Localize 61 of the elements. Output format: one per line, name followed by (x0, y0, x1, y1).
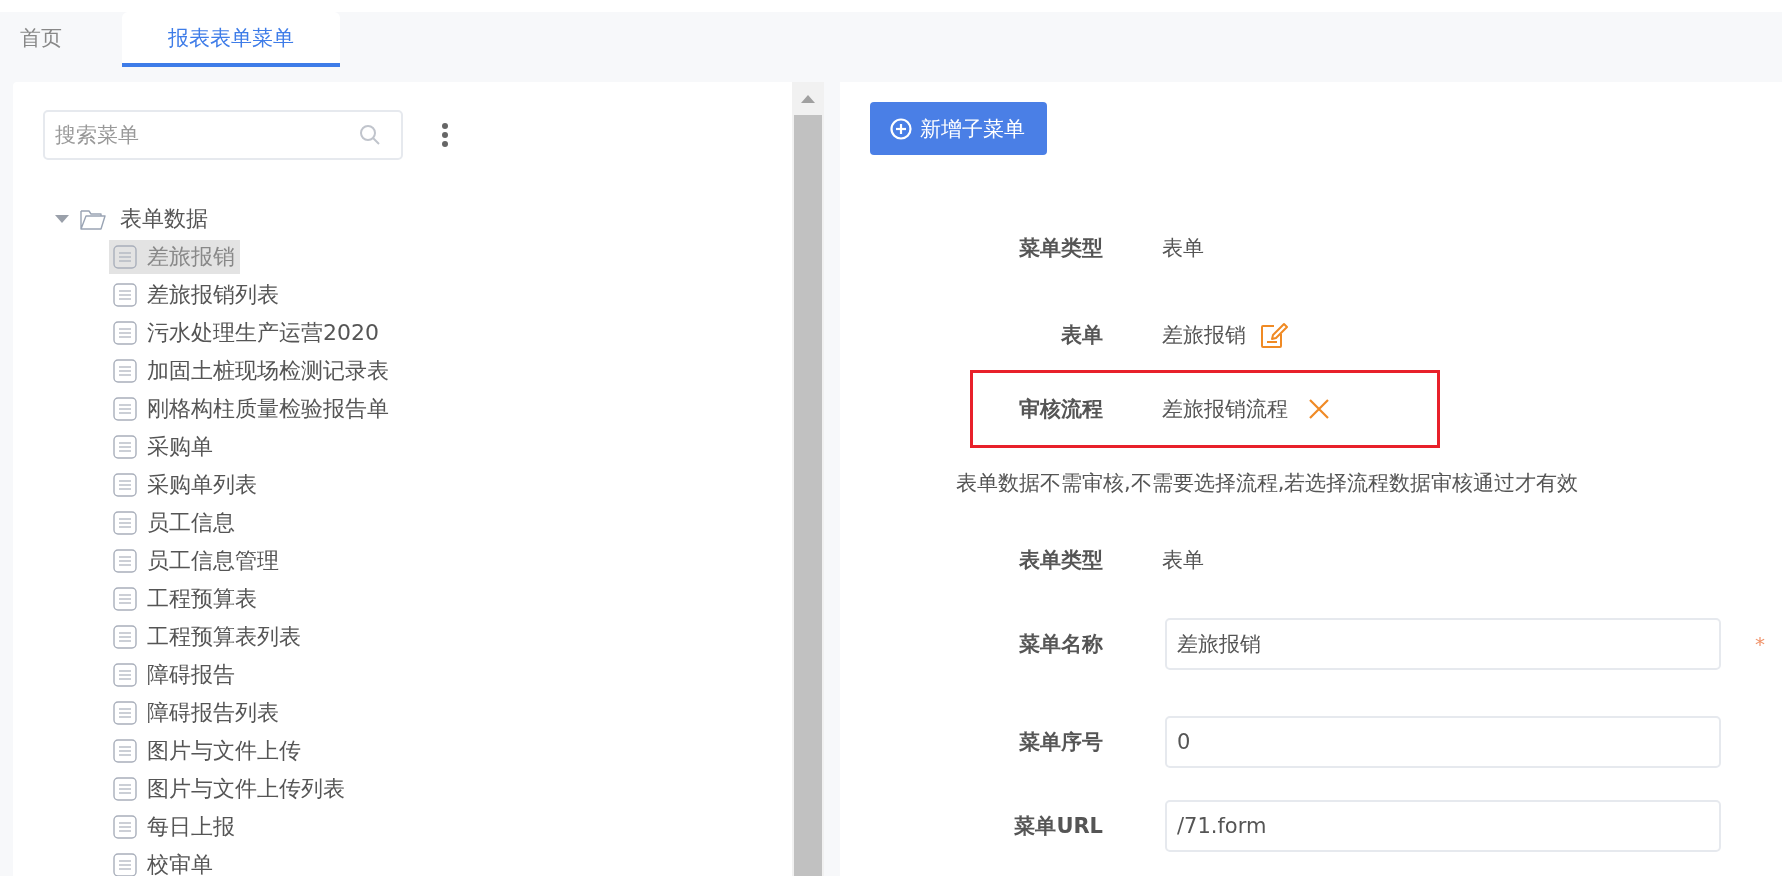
scrollbar-thumb[interactable] (794, 115, 822, 876)
document-icon (113, 245, 137, 269)
document-icon (113, 853, 137, 876)
document-icon (113, 701, 137, 725)
folder-icon (80, 208, 106, 230)
close-icon[interactable] (1308, 398, 1330, 420)
tree-item[interactable]: 图片与文件上传列表 (109, 772, 350, 806)
tree-item[interactable]: 工程预算表列表 (109, 620, 306, 654)
scroll-up-arrow-icon[interactable] (801, 94, 815, 103)
tree-item[interactable]: 图片与文件上传 (109, 734, 306, 768)
tree-item[interactable]: 表单数据 (116, 202, 213, 236)
tree-item[interactable]: 障碍报告 (109, 658, 240, 692)
document-icon (113, 777, 137, 801)
tree-item[interactable]: 采购单列表 (109, 468, 262, 502)
field-label: 表单类型 (1019, 548, 1103, 572)
tree-item[interactable]: 工程预算表 (109, 582, 262, 616)
document-icon (113, 549, 137, 573)
tree-item[interactable]: 刚格构柱质量检验报告单 (109, 392, 394, 426)
tree-item[interactable]: 采购单 (109, 430, 218, 464)
input-field[interactable]: 差旅报销 (1165, 618, 1721, 670)
field-label: 菜单URL (1014, 814, 1103, 838)
tab[interactable]: 报表表单菜单 (122, 12, 340, 67)
field-value: 表单 (1162, 235, 1204, 262)
field-label: 表单 (1061, 323, 1103, 347)
document-icon (113, 511, 137, 535)
tree-item[interactable]: 每日上报 (109, 810, 240, 844)
field-value: 差旅报销 (1162, 322, 1246, 349)
field-label: 审核流程 (1019, 397, 1103, 421)
document-icon (113, 815, 137, 839)
tree-item[interactable]: 差旅报销列表 (109, 278, 284, 312)
tree-item[interactable]: 校审单 (109, 848, 218, 876)
tree-item[interactable]: 员工信息 (109, 506, 240, 540)
field-label: 菜单名称 (1019, 632, 1103, 656)
field-label: 菜单序号 (1019, 730, 1103, 754)
field-label: 菜单类型 (1019, 236, 1103, 260)
tree-item[interactable]: 污水处理生产运营2020 (109, 316, 384, 350)
plus-circle-icon (890, 117, 912, 140)
document-icon (113, 397, 137, 421)
hint-text: 表单数据不需审核,不需要选择流程,若选择流程数据审核通过才有效 (956, 470, 1580, 497)
search-icon (359, 124, 381, 146)
document-icon (113, 663, 137, 687)
document-icon (113, 283, 137, 307)
more-options-icon[interactable] (441, 122, 449, 148)
tree-item[interactable]: 员工信息管理 (109, 544, 284, 578)
edit-icon[interactable] (1260, 321, 1288, 349)
input-field[interactable]: 0 (1165, 716, 1721, 768)
document-icon (113, 587, 137, 611)
document-icon (113, 473, 137, 497)
tree-item[interactable]: 加固土桩现场检测记录表 (109, 354, 394, 388)
tree-item[interactable]: 障碍报告列表 (109, 696, 284, 730)
field-value: 表单 (1162, 547, 1204, 574)
input-field[interactable]: /71.form (1165, 800, 1721, 852)
document-icon (113, 625, 137, 649)
document-icon (113, 321, 137, 345)
search-field[interactable]: 搜索菜单 (43, 110, 403, 160)
document-icon (113, 359, 137, 383)
required-mark: * (1755, 632, 1765, 656)
add-submenu-button[interactable]: 新增子菜单 (870, 102, 1047, 155)
document-icon (113, 739, 137, 763)
document-icon (113, 435, 137, 459)
field-value: 差旅报销流程 (1162, 396, 1288, 423)
